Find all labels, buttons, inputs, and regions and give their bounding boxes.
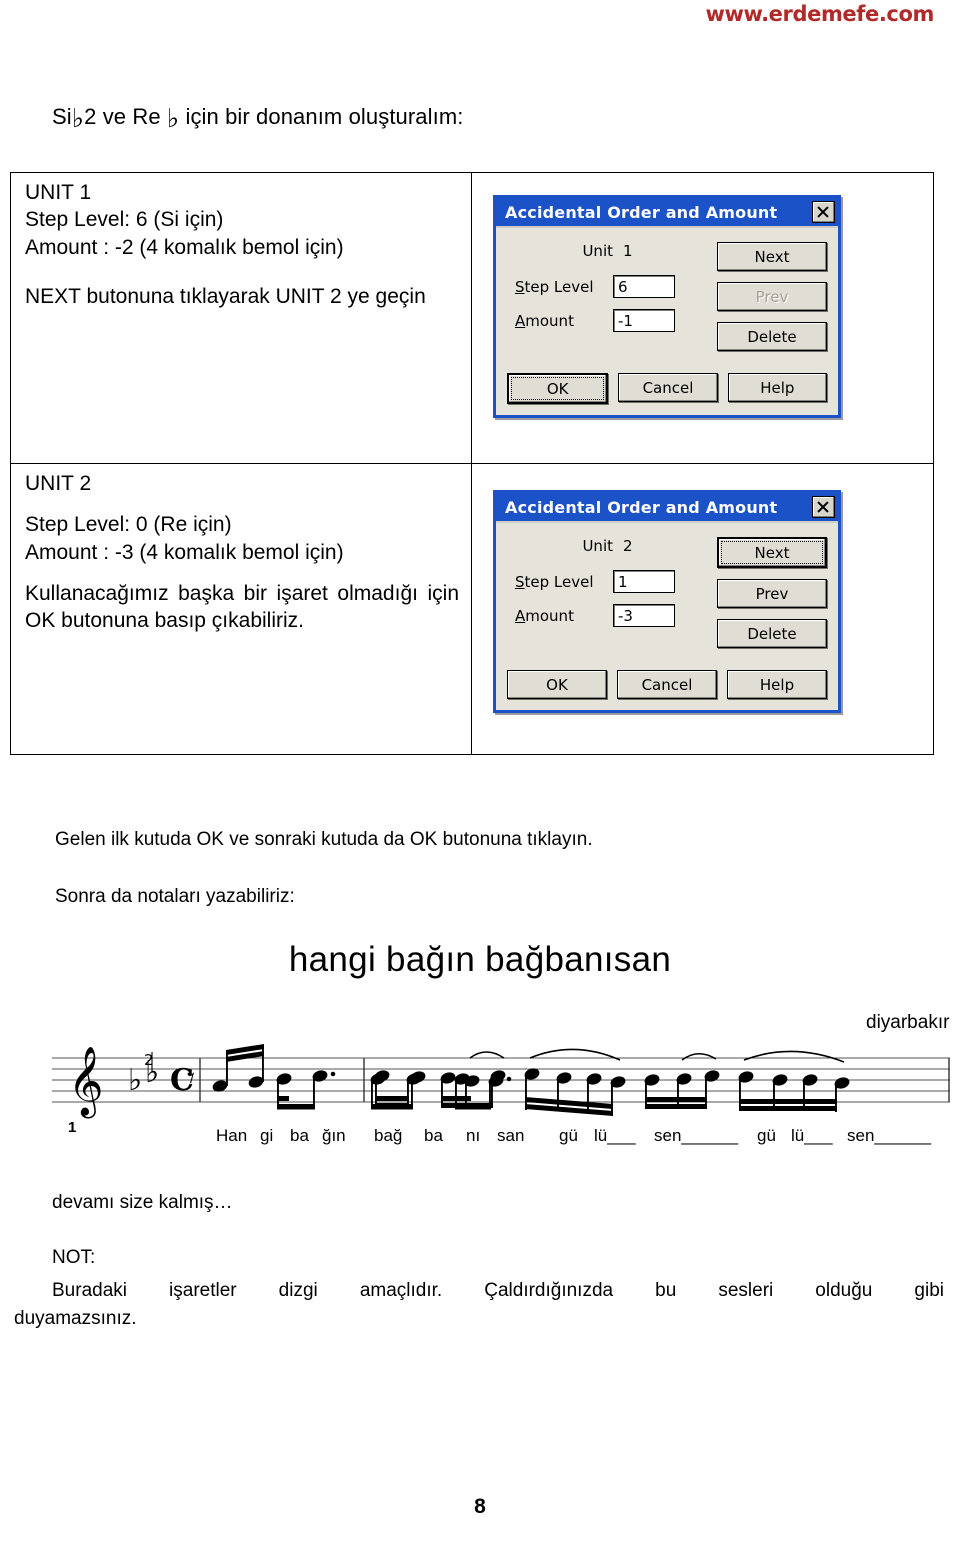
dialog-1-next-button[interactable]: Next (717, 242, 827, 271)
lyric-syllable: nı (466, 1126, 481, 1145)
svg-text:𝄞: 𝄞 (68, 1046, 103, 1118)
close-icon[interactable] (812, 201, 835, 223)
page-intro-line: Si♭2 ve Re ♭ için bir donanım oluşturalı… (52, 104, 464, 132)
lyric-syllable: ğın (322, 1126, 346, 1145)
dialog-1-unit-label: Unit (582, 242, 613, 260)
close-icon[interactable] (812, 496, 835, 518)
song-title: hangi bağın bağbanısan (288, 940, 672, 979)
unit-2-step-level: Step Level: 0 (Re için) (25, 513, 232, 537)
unit-2-dialog-cell: Accidental Order and Amount Unit 2 Step … (471, 463, 934, 755)
dialog-1-unit-value: 1 (623, 242, 633, 260)
flat-symbol-icon-1: ♭ (71, 104, 85, 134)
dialog-2-delete-button[interactable]: Delete (717, 619, 827, 648)
treble-clef-icon: 𝄞 (68, 1046, 103, 1118)
song-region-label: diyarbakır (866, 1012, 950, 1033)
note-body: Buradaki işaretler dizgi amaçlıdır. Çald… (14, 1277, 944, 1332)
dialog-2-step-level-input[interactable]: 1 (613, 570, 675, 593)
dialog-2-ok-button[interactable]: OK (507, 670, 607, 699)
dialog-2-unit-value: 2 (623, 537, 633, 555)
unit-1-text-cell: UNIT 1 Step Level: 6 (Si için) Amount : … (10, 172, 472, 464)
svg-text:♭: ♭ (128, 1063, 142, 1098)
dialog-2-help-button[interactable]: Help (727, 670, 827, 699)
accidental-order-dialog-1[interactable]: Accidental Order and Amount Unit 1 Step … (493, 195, 841, 418)
dialog-2-title: Accidental Order and Amount (505, 497, 778, 517)
dialog-2-titlebar[interactable]: Accidental Order and Amount (496, 493, 838, 523)
note-body-line-1: Buradaki işaretler dizgi amaçlıdır. Çald… (52, 1280, 944, 1301)
continuation-text: devamı size kalmış… (52, 1192, 233, 1213)
lyric-syllable: bağ (374, 1126, 403, 1145)
unit-2-note: Kullanacağımız başka bir işaret olmadığı… (25, 581, 459, 633)
dialog-2-prev-button[interactable]: Prev (717, 579, 827, 608)
note-body-line-2: duyamazsınız. (14, 1307, 137, 1329)
dialog-2-amount-label: Amount (515, 606, 574, 625)
lyric-syllable: ba (290, 1126, 309, 1145)
note-label: NOT: (52, 1247, 96, 1268)
dialog-1-titlebar[interactable]: Accidental Order and Amount (496, 198, 838, 228)
unit-2-heading: UNIT 2 (25, 472, 92, 495)
dialog-1-ok-button[interactable]: OK (507, 373, 609, 404)
lyric-syllable: ba (424, 1126, 443, 1145)
dialog-2-step-level-label: Step Level (515, 572, 594, 591)
lyric-syllable: gi (260, 1126, 274, 1145)
instruction-ok: Gelen ilk kutuda OK ve sonraki kutuda da… (55, 829, 593, 850)
table-row: UNIT 1 Step Level: 6 (Si için) Amount : … (10, 172, 934, 464)
instruction-next: Sonra da notaları yazabiliriz: (55, 886, 295, 907)
dialog-1-cancel-button[interactable]: Cancel (618, 373, 718, 402)
unit-1-note: NEXT butonuna tıklayarak UNIT 2 ye geçin (25, 284, 426, 308)
lyric-syllable: gü (559, 1126, 578, 1145)
lyric-syllable: Han (216, 1126, 248, 1145)
intro-text-part-2: 2 ve Re (84, 104, 167, 129)
dialog-1-help-button[interactable]: Help (727, 373, 827, 402)
flat-symbol-icon-2: ♭ (166, 104, 180, 134)
lyric-syllable: sen______ (847, 1126, 932, 1145)
dialog-1-amount-input[interactable]: -1 (613, 309, 675, 332)
unit-2-amount: Amount : -3 (4 komalık bemol için) (25, 540, 344, 564)
dialog-2-amount-input[interactable]: -3 (613, 604, 675, 627)
measure-number: 1 (68, 1119, 77, 1136)
dialog-2-cancel-button[interactable]: Cancel (617, 670, 717, 699)
lyric-syllable: lü___ (594, 1126, 636, 1145)
units-table: UNIT 1 Step Level: 6 (Si için) Amount : … (10, 172, 934, 755)
unit-1-dialog-cell: Accidental Order and Amount Unit 1 Step … (471, 172, 934, 464)
dialog-1-step-level-label: Step Level (515, 277, 594, 296)
table-row: UNIT 2 Step Level: 0 (Re için) Amount : … (10, 463, 934, 755)
eighth-rest: 𝄾 (187, 1061, 195, 1096)
unit-1-heading: UNIT 1 (25, 181, 92, 204)
lyric-syllable: sen______ (654, 1126, 739, 1145)
intro-text-part-3: için bir donanım oluşturalım: (179, 104, 464, 129)
dialog-1-amount-label: Amount (515, 311, 574, 330)
dialog-2-unit-label: Unit (582, 537, 613, 555)
dialog-1-delete-button[interactable]: Delete (717, 322, 827, 351)
accidental-order-dialog-2[interactable]: Accidental Order and Amount Unit 2 Step … (493, 490, 841, 713)
unit-1-amount: Amount : -2 (4 komalık bemol için) (25, 235, 344, 259)
intro-text-part-1: Si (52, 104, 72, 129)
dialog-1-prev-button: Prev (717, 282, 827, 311)
dialog-1-title: Accidental Order and Amount (505, 202, 778, 222)
lyric-syllable: san (497, 1126, 525, 1145)
dialog-2-next-button[interactable]: Next (717, 537, 827, 568)
lyric-syllable: lü___ (791, 1126, 833, 1145)
dialog-1-step-level-input[interactable]: 6 (613, 275, 675, 298)
lyric-syllable: gü (757, 1126, 776, 1145)
unit-2-text-cell: UNIT 2 Step Level: 0 (Re için) Amount : … (10, 463, 472, 755)
unit-1-step-level: Step Level: 6 (Si için) (25, 208, 224, 232)
page-number: 8 (474, 1495, 486, 1518)
site-watermark: www.erdemefe.com (705, 2, 934, 26)
